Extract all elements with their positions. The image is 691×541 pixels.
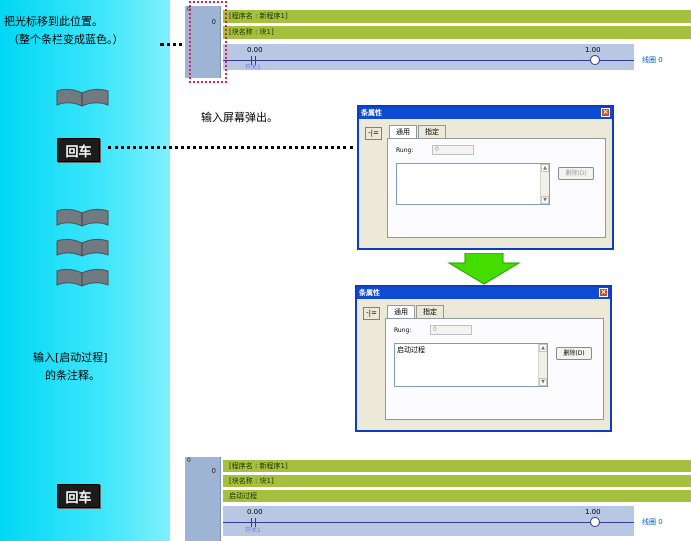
rung-row[interactable]: 0.00 1.00 开关1 <box>223 44 634 71</box>
scroll-down-icon[interactable]: ▼ <box>539 378 547 386</box>
tab-page-general: Rung: 0 ▲ ▼ 删除(D) <box>387 138 606 238</box>
dialog-title-bar[interactable]: 条属性 × <box>357 287 610 299</box>
enter-key-icon: 回车 <box>57 138 100 162</box>
instruction-bar-turns-blue: （整个条栏变成蓝色。） <box>8 33 124 46</box>
coil-symbol[interactable] <box>590 517 600 527</box>
rung-comment-field[interactable]: ▲ ▼ <box>396 163 550 205</box>
rung-power-line <box>223 60 634 61</box>
tab-page-general: Rung: 0 启动过程 ▲ ▼ 删除(D) <box>385 318 604 420</box>
close-icon[interactable]: × <box>601 108 610 117</box>
enter-key-icon: 回车 <box>57 484 100 508</box>
pointer-dots-2 <box>108 146 353 149</box>
comment-scrollbar[interactable]: ▲ ▼ <box>538 344 547 386</box>
rung-number-field: 0 <box>432 145 474 155</box>
tick-end-label: 1.00 <box>585 508 601 516</box>
scroll-up-icon[interactable]: ▲ <box>539 344 547 352</box>
rung-right-area: 线圈 0 <box>634 506 691 536</box>
rung-number: 0 <box>211 467 216 475</box>
arrow-down-icon <box>447 253 521 285</box>
gutter-zero-label: 0 <box>187 457 191 464</box>
ladder-editor-top[interactable]: 0 0 [程序名 : 新程序1] [块名称 : 块1] 0.00 1.00 开关… <box>185 6 691 78</box>
scroll-up-icon[interactable]: ▲ <box>541 164 549 172</box>
dialog-title: 条属性 <box>361 109 382 117</box>
coil-reference-label: 线圈 0 <box>642 518 663 526</box>
instruction-move-cursor: 把光标移到此位置。 <box>4 15 103 28</box>
pin-icon[interactable]: -|= <box>363 307 380 320</box>
rung-gutter[interactable]: 0 0 <box>185 457 221 541</box>
coil-symbol[interactable] <box>590 55 600 65</box>
tab-general[interactable]: 通用 <box>389 125 417 139</box>
dialog-tabs: 通用 指定 <box>387 305 445 319</box>
pin-icon[interactable]: -|= <box>365 127 382 140</box>
book-icon <box>56 88 109 107</box>
rung-number-field: 0 <box>430 325 472 335</box>
tick-start-label: 0.00 <box>247 508 263 516</box>
instruction-enter-comment: 输入[启动过程] <box>33 351 108 364</box>
comment-text: 启动过程 <box>397 346 425 354</box>
book-icon <box>56 208 109 227</box>
program-name-bar: [程序名 : 新程序1] <box>223 10 691 23</box>
contact-label: 开关1 <box>245 64 261 71</box>
block-name-bar: [块名称 : 块1] <box>223 475 691 487</box>
dialog-tabs: 通用 指定 <box>389 125 447 139</box>
rung-right-area: 线圈 0 <box>634 44 691 70</box>
cursor-focus-highlight <box>189 1 227 83</box>
ladder-editor-bottom[interactable]: 0 0 [程序名 : 新程序1] [块名称 : 块1] 启动过程 0.00 1.… <box>185 457 691 541</box>
dialog-title-bar[interactable]: 条属性 × <box>359 107 612 119</box>
rung-label: Rung: <box>394 327 412 334</box>
dialog-title: 条属性 <box>359 289 380 297</box>
tab-annotation[interactable]: 指定 <box>416 305 444 318</box>
rung-properties-dialog-empty[interactable]: 条属性 × -|= 通用 指定 Rung: 0 ▲ ▼ 删除(D) <box>357 105 614 250</box>
delete-button[interactable]: 删除(D) <box>558 167 594 180</box>
rung-comment-bar: 启动过程 <box>223 490 691 502</box>
scroll-down-icon[interactable]: ▼ <box>541 196 549 204</box>
delete-button[interactable]: 删除(D) <box>556 347 592 360</box>
tab-annotation[interactable]: 指定 <box>418 125 446 138</box>
tick-end-label: 1.00 <box>585 46 601 54</box>
contact-label: 开关1 <box>245 527 261 534</box>
rung-comment-field[interactable]: 启动过程 ▲ ▼ <box>394 343 548 387</box>
coil-reference-label: 线圈 0 <box>642 56 663 64</box>
book-icon <box>56 268 109 287</box>
rung-properties-dialog-filled[interactable]: 条属性 × -|= 通用 指定 Rung: 0 启动过程 ▲ ▼ 删除(D) <box>355 285 612 432</box>
tab-general[interactable]: 通用 <box>387 305 415 319</box>
program-name-bar: [程序名 : 新程序1] <box>223 460 691 472</box>
instruction-popup-appears: 输入屏幕弹出。 <box>201 111 278 124</box>
book-icon <box>56 238 109 257</box>
comment-scrollbar[interactable]: ▲ ▼ <box>540 164 549 204</box>
block-name-bar: [块名称 : 块1] <box>223 26 691 39</box>
tick-start-label: 0.00 <box>247 46 263 54</box>
rung-label: Rung: <box>396 147 414 154</box>
rung-row[interactable]: 0.00 1.00 开关1 <box>223 506 634 536</box>
instruction-rung-comment: 的条注释。 <box>45 369 100 382</box>
close-icon[interactable]: × <box>599 288 608 297</box>
rung-power-line <box>223 522 634 523</box>
